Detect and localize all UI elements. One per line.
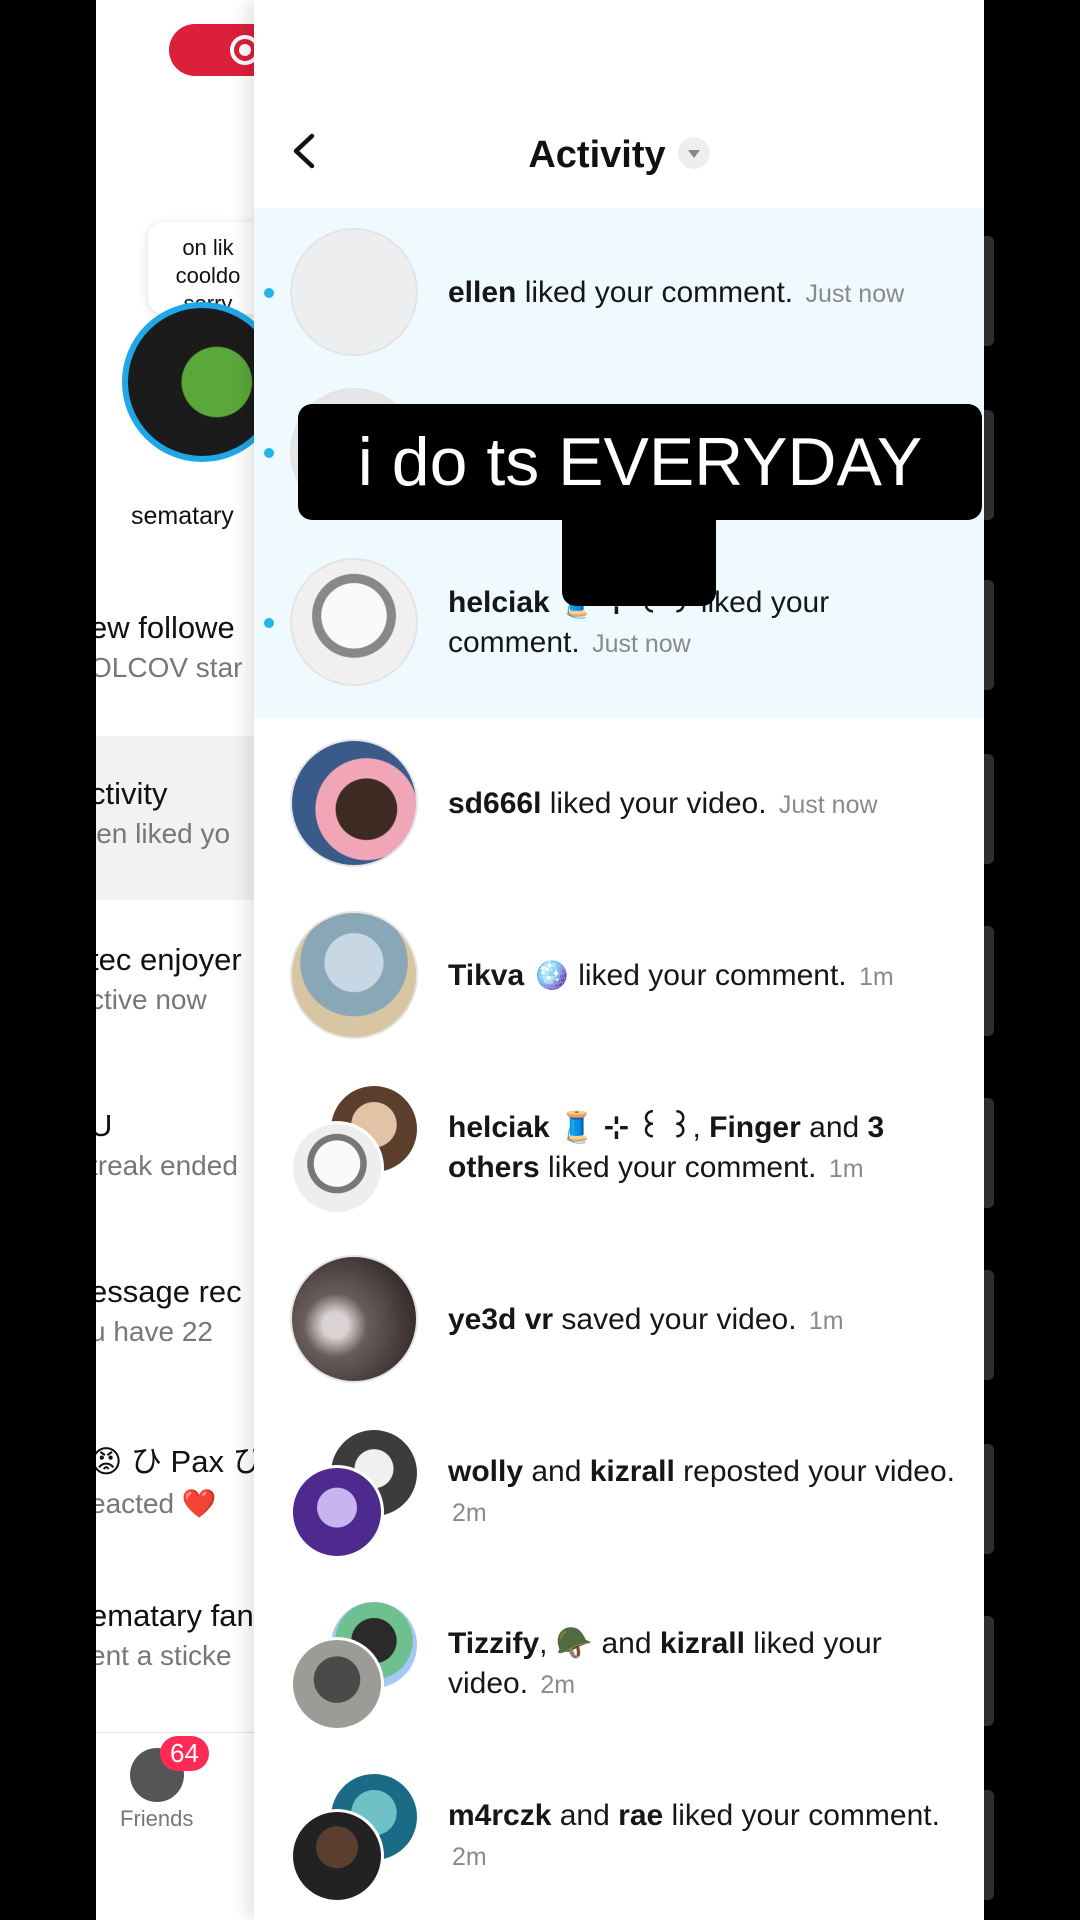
avatar (290, 1465, 384, 1559)
notification-text: helciak 🧵 ⊹ ꒰ ꒱, Finger and 3 others lik… (448, 1110, 885, 1184)
timestamp: Just now (592, 629, 691, 658)
avatar[interactable] (290, 1255, 420, 1385)
unread-dot (264, 618, 274, 628)
inbox-item-sub: ctive now (96, 984, 207, 1015)
inbox-item[interactable]: ctivity len liked yo (96, 776, 230, 850)
story-name: sematary (131, 502, 234, 530)
timestamp: 1m (808, 1306, 844, 1335)
inbox-item-title: essage rec (96, 1274, 242, 1309)
inbox-item-title: U (96, 1108, 113, 1143)
activity-filter-title[interactable]: Activity (254, 134, 984, 177)
avatar[interactable] (290, 739, 420, 869)
note-line: on lik (182, 235, 234, 260)
dropdown-caret-icon (677, 136, 710, 169)
unread-dot (264, 288, 274, 298)
tab-friends[interactable]: 64 Friends (114, 1732, 234, 1852)
notification-row[interactable]: ellen liked your comment. Just now (254, 208, 984, 378)
video-caption-emoji: 😔 (562, 510, 716, 606)
notification-text: ye3d vr saved your video. 1m (448, 1302, 844, 1336)
avatar (290, 1121, 384, 1215)
unread-dot (264, 448, 274, 458)
avatar (290, 1809, 384, 1903)
inbox-item[interactable]: essage rec u have 22 (96, 1274, 242, 1348)
note-line: cooldo (175, 263, 241, 288)
notification-text: ellen liked your comment. Just now (448, 275, 905, 309)
timestamp: Just now (778, 790, 878, 819)
friends-label: Friends (120, 1806, 194, 1831)
notification-text: Tizzify, 🪖 and kizrall liked your video.… (448, 1626, 882, 1700)
inbox-item[interactable]: Utreak ended (96, 1108, 238, 1182)
avatar-stack[interactable] (290, 1083, 420, 1215)
avatar[interactable] (290, 911, 420, 1041)
notification-text: m4rczk and rae liked your comment. 2m (448, 1798, 940, 1871)
timestamp: 2m (452, 1842, 487, 1871)
right-edge-strip (984, 0, 1080, 1920)
timestamp: 2m (452, 1498, 487, 1527)
inbox-item-sub: eacted ❤️ (96, 1488, 217, 1519)
notification-row[interactable]: helciak 🧵 ⊹ ꒰ ꒱, Finger and 3 others lik… (254, 1062, 984, 1234)
timestamp: 2m (540, 1670, 576, 1699)
story-note-bubble: on lik cooldo sorry (148, 222, 256, 316)
timestamp: Just now (805, 279, 905, 308)
inbox-item[interactable]: ew followe OLCOV star (96, 610, 242, 684)
inbox-item[interactable]: 😡 ひ Pax ひ eacted ❤️ (96, 1436, 256, 1520)
activity-panel: Activity ellen liked your comment. Just … (254, 0, 984, 1920)
notification-text: sd666l liked your video. Just now (448, 786, 878, 820)
notification-text: wolly and kizrall reposted your video. 2… (448, 1454, 955, 1527)
inbox-item-title: 😡 ひ Pax ひ (96, 1444, 256, 1479)
friends-badge: 64 (160, 1736, 209, 1771)
activity-header: Activity (254, 110, 984, 200)
video-caption: i do ts EVERYDAY (298, 404, 982, 520)
notification-row[interactable]: sd666l liked your video. Just now (254, 718, 984, 890)
avatar-stack[interactable] (290, 1771, 420, 1903)
inbox-item-sub: ent a sticke (96, 1640, 232, 1671)
inbox-item-sub: u have 22 (96, 1316, 213, 1347)
inbox-item-sub: len liked yo (96, 818, 231, 849)
phone-screen: on lik cooldo sorry sematary ew followe O… (96, 0, 984, 1920)
avatar-stack[interactable] (290, 1427, 420, 1559)
inbox-item-title: ctivity (96, 776, 168, 811)
inbox-item-sub: treak ended (96, 1150, 238, 1181)
notification-row[interactable]: Tikva 🪩 liked your comment. 1m (254, 890, 984, 1062)
notification-row[interactable]: m4rczk and rae liked your comment. 2m (254, 1750, 984, 1920)
timestamp: 1m (828, 1154, 864, 1183)
avatar (290, 1637, 384, 1731)
inbox-item-title: ematary fan (96, 1598, 254, 1633)
timestamp: 1m (859, 962, 894, 991)
inbox-item[interactable]: tec enjoyer ctive now (96, 942, 242, 1016)
avatar[interactable] (290, 228, 420, 358)
notification-row[interactable]: wolly and kizrall reposted your video. 2… (254, 1406, 984, 1578)
inbox-item-title: ew followe (96, 610, 235, 645)
inbox-item[interactable]: ematary fan ent a sticke (96, 1598, 254, 1672)
story-avatar[interactable] (122, 302, 256, 462)
notification-row[interactable]: ye3d vr saved your video. 1m (254, 1234, 984, 1406)
avatar-stack[interactable] (290, 1599, 420, 1731)
inbox-item-sub: OLCOV star (96, 652, 243, 683)
background-inbox: on lik cooldo sorry sematary ew followe O… (96, 0, 256, 1920)
notification-row[interactable]: Tizzify, 🪖 and kizrall liked your video.… (254, 1578, 984, 1750)
inbox-item-title: tec enjoyer (96, 942, 242, 977)
page-title: Activity (528, 134, 666, 176)
notification-text: Tikva 🪩 liked your comment. 1m (448, 958, 894, 992)
avatar[interactable] (290, 558, 420, 688)
